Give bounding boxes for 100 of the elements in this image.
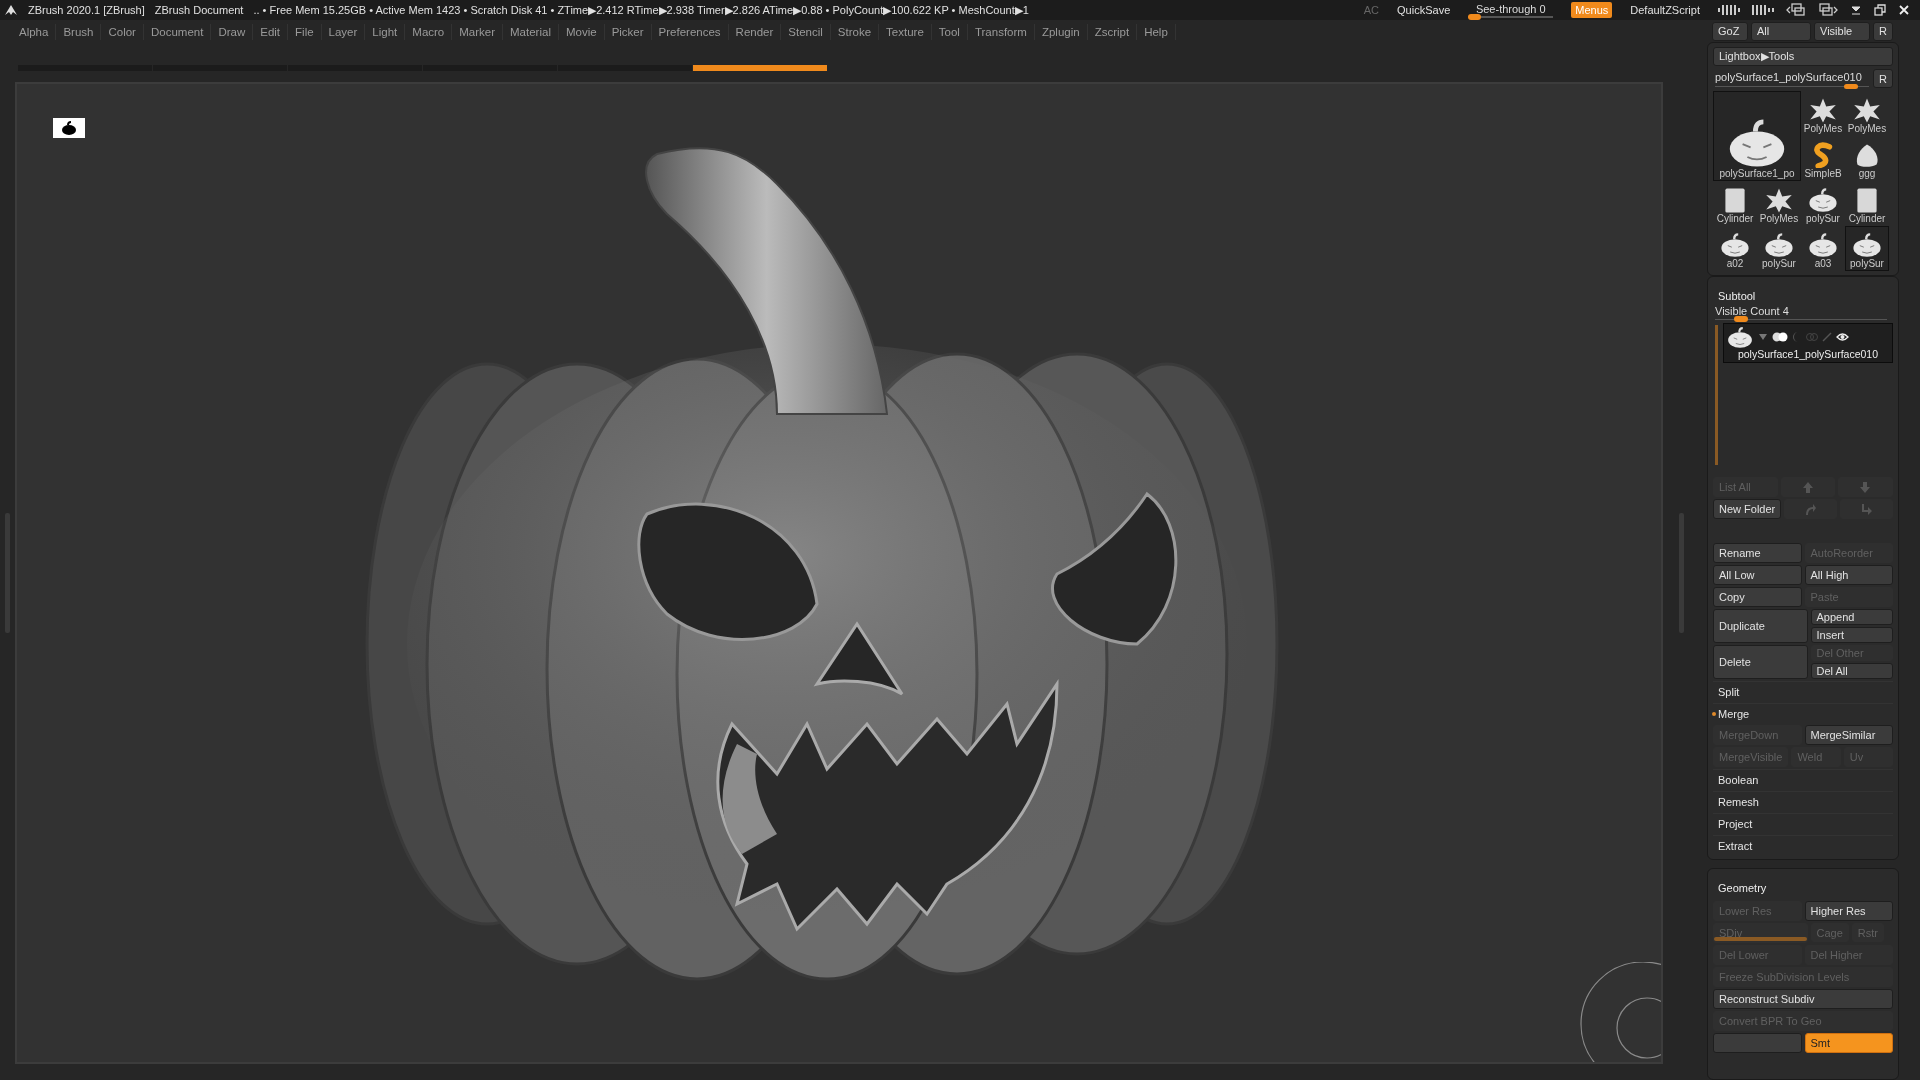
tool-thumbnail[interactable]: polySur [1757, 226, 1801, 271]
app-logo-icon[interactable] [4, 3, 18, 17]
menu-item[interactable]: Zscript [1087, 24, 1138, 40]
menu-item[interactable]: Material [503, 24, 559, 40]
slider-thumb[interactable] [1843, 84, 1858, 89]
section-header[interactable]: Split [1713, 681, 1893, 701]
eye-icon[interactable] [1836, 332, 1849, 343]
tool-label: polySur [1806, 213, 1840, 224]
scrollbar[interactable] [1715, 325, 1718, 465]
menu-item[interactable]: Texture [879, 24, 932, 40]
circles-icon[interactable] [1806, 332, 1818, 343]
windows-icon[interactable] [1786, 3, 1806, 17]
pumpkin-icon [1807, 232, 1839, 258]
menu-item[interactable]: Zplugin [1034, 24, 1088, 40]
panel-button[interactable]: Insert [1810, 627, 1893, 643]
panel-button[interactable] [1713, 1033, 1802, 1053]
section-header[interactable]: Boolean [1713, 769, 1893, 789]
panel-button[interactable]: Copy [1713, 587, 1802, 607]
panel-button[interactable]: Reconstruct Subdiv [1713, 989, 1893, 1009]
tool-thumbnail[interactable]: polySur [1801, 181, 1845, 226]
menu-item[interactable]: File [288, 24, 322, 40]
tool-thumbnail[interactable]: PolyMes [1801, 91, 1845, 136]
toolbar-button[interactable]: All [1751, 21, 1811, 41]
bars-icon[interactable] [1718, 4, 1740, 16]
toolbar-button[interactable]: Visible [1814, 21, 1870, 41]
tool-thumbnail[interactable]: a03 [1801, 226, 1845, 271]
menu-item[interactable]: Tool [931, 24, 968, 40]
menu-item[interactable]: Macro [405, 24, 453, 40]
visible-count-slider[interactable]: Visible Count 4 [1713, 305, 1893, 321]
toolbar-button[interactable]: GoZ [1712, 21, 1748, 41]
tool-label: a03 [1814, 258, 1832, 269]
panel-button[interactable]: MergeSimilar [1804, 725, 1893, 745]
tool-label: a02 [1726, 258, 1744, 269]
panel-button[interactable]: Del All [1810, 663, 1893, 679]
section-header[interactable]: Remesh [1713, 791, 1893, 811]
menu-item[interactable]: Picker [604, 24, 652, 40]
panel-button[interactable]: Higher Res [1804, 901, 1893, 921]
tool-label: Cylinder [1716, 213, 1754, 224]
slider-thumb[interactable] [1733, 316, 1748, 322]
menu-item[interactable]: Transform [967, 24, 1035, 40]
menu-item[interactable]: Edit [253, 24, 289, 40]
viewport-canvas[interactable] [15, 82, 1663, 1064]
section-header[interactable]: Merge [1713, 703, 1893, 723]
tool-thumbnail[interactable]: SimpleB [1801, 136, 1845, 181]
menu-item[interactable]: Alpha [12, 24, 57, 40]
toolbar-button[interactable]: R [1873, 21, 1893, 41]
panel-button[interactable]: Rename [1713, 543, 1802, 563]
menu-item[interactable]: Light [365, 24, 406, 40]
panel-button[interactable]: Append [1810, 609, 1893, 625]
see-through-slider[interactable]: See-through 0 [1468, 2, 1554, 18]
panel-button[interactable]: Duplicate [1713, 609, 1808, 643]
panel-title: Subtool [1717, 289, 1757, 304]
menu-item[interactable]: Brush [56, 24, 102, 40]
subtool-name: polySurface1_polySurface010 [1736, 348, 1880, 361]
menu-item[interactable]: Draw [211, 24, 254, 40]
panel-button[interactable]: New Folder [1713, 499, 1782, 519]
menu-item[interactable]: Document [143, 24, 212, 40]
menu-item[interactable]: Movie [558, 24, 605, 40]
menu-item[interactable]: Stencil [781, 24, 831, 40]
bent-arrow-icon [1860, 502, 1874, 516]
tool-thumbnail[interactable]: ggg [1845, 136, 1889, 181]
r-button[interactable]: R [1873, 69, 1893, 88]
tool-thumbnail[interactable]: Cylinder [1713, 181, 1757, 226]
windows-icon[interactable] [1818, 3, 1838, 17]
tool-thumbnail[interactable]: polySur [1845, 226, 1889, 271]
pumpkin-icon [61, 121, 77, 135]
minimize-icon[interactable] [1850, 4, 1862, 16]
restore-icon[interactable] [1874, 4, 1886, 16]
menu-item[interactable]: Render [728, 24, 782, 40]
current-tool-slider[interactable]: polySurface1_polySurface010 [1713, 69, 1870, 88]
close-icon[interactable] [1898, 4, 1910, 16]
menu-item[interactable]: Preferences [651, 24, 729, 40]
quicksave-button[interactable]: QuickSave [1397, 4, 1451, 16]
tool-label: polySur [1850, 258, 1884, 269]
section-header[interactable]: Project [1713, 813, 1893, 833]
lightbox-button[interactable]: Lightbox▶Tools [1713, 47, 1893, 66]
menu-item[interactable]: Stroke [830, 24, 880, 40]
script-button[interactable]: DefaultZScript [1630, 4, 1700, 16]
tool-thumbnail[interactable]: PolyMes [1845, 91, 1889, 136]
tool-thumbnail[interactable]: PolyMes [1757, 181, 1801, 226]
menu-item[interactable]: Marker [452, 24, 504, 40]
menu-item[interactable]: Layer [321, 24, 366, 40]
expanded-dot-icon [1712, 712, 1716, 716]
panel-button[interactable]: All High [1804, 565, 1893, 585]
tool-label: PolyMes [1847, 123, 1887, 134]
tool-thumbnail[interactable]: a02 [1713, 226, 1757, 271]
up-arrow-icon [1801, 480, 1815, 494]
menu-item[interactable]: Color [101, 24, 144, 40]
panel-button[interactable]: Smt [1804, 1033, 1893, 1053]
tool-thumbnail[interactable]: polySurface1_po [1713, 91, 1801, 181]
panel-button[interactable]: Delete [1713, 645, 1808, 679]
tool-thumbnail[interactable]: Cylinder [1845, 181, 1889, 226]
menu-item[interactable]: Help [1137, 24, 1176, 40]
bars-icon[interactable] [1752, 4, 1774, 16]
section-header[interactable]: Extract [1713, 835, 1893, 855]
tool-label: ggg [1858, 168, 1876, 179]
panel-button[interactable]: All Low [1713, 565, 1802, 585]
toggle-icon[interactable] [1772, 332, 1788, 343]
subtool-item[interactable]: polySurface1_polySurface010 [1723, 323, 1893, 364]
snapshot-button[interactable] [53, 118, 85, 138]
